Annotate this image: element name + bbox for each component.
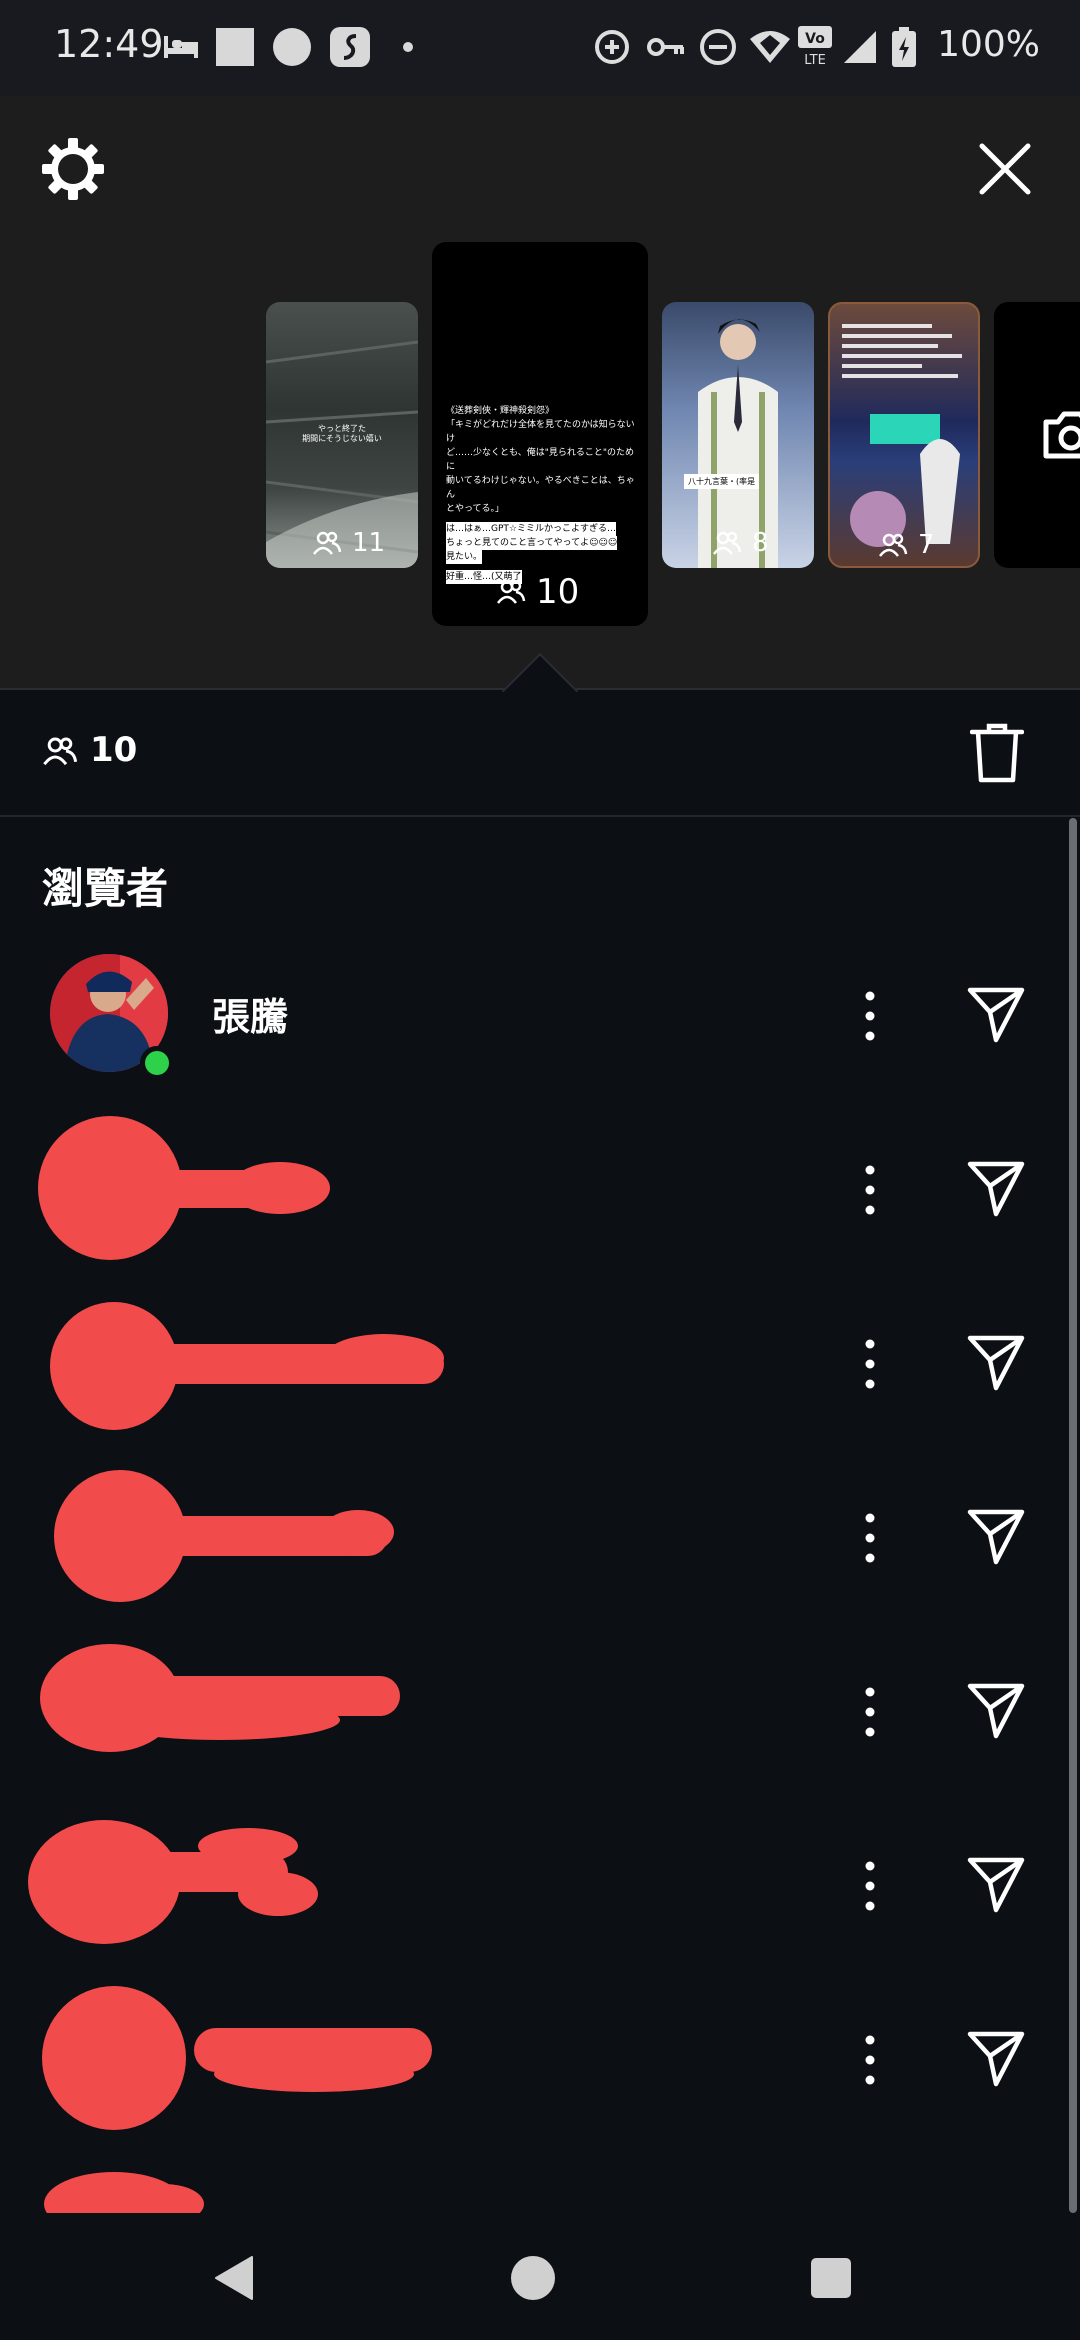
redaction-scribble <box>38 1116 330 1260</box>
send-icon[interactable] <box>966 1680 1026 1740</box>
story-caption: やっと終了た 期間にそうじない嬉い <box>302 424 382 443</box>
scrollbar[interactable] <box>1069 818 1077 2213</box>
redaction-scribble <box>54 1470 394 1602</box>
battery-icon <box>892 22 916 72</box>
signal-icon <box>842 22 878 72</box>
story-thumbnail-selected[interactable]: 《送葬剣俠・輝神殺剣怨》 「キミがどれだけ全体を見てたのかは知らないけ ど……少… <box>432 242 648 626</box>
story-viewers-label: 8 <box>712 528 769 558</box>
vpn-key-icon <box>646 22 686 72</box>
home-icon[interactable] <box>510 2255 556 2305</box>
data-saver-icon <box>592 22 632 72</box>
bed-icon <box>162 22 200 72</box>
more-vertical-icon[interactable] <box>862 2030 878 2090</box>
close-icon[interactable] <box>978 142 1032 196</box>
recents-icon[interactable] <box>810 2257 852 2303</box>
viewer-name[interactable]: 張騰 <box>212 986 288 1041</box>
add-story-tile[interactable] <box>994 302 1080 568</box>
send-icon[interactable] <box>966 2028 1026 2088</box>
more-vertical-icon[interactable] <box>862 1682 878 1742</box>
app-icon <box>330 22 370 72</box>
story-viewers-label: 7 <box>878 530 935 560</box>
redaction-scribble <box>42 1986 432 2130</box>
viewers-heading: 瀏覽者 <box>42 864 169 913</box>
navigation-bar <box>0 2213 1080 2340</box>
redaction-scribble <box>28 1820 318 1944</box>
more-vertical-icon[interactable] <box>862 1856 878 1916</box>
volte-icon: Vo LTE <box>798 22 832 72</box>
people-icon <box>42 733 78 769</box>
viewer-count-row: 10 <box>0 700 1080 815</box>
story-caption: 八十九言葉・(率是 <box>684 474 760 489</box>
redaction-scribble <box>40 1644 400 1752</box>
send-icon[interactable] <box>966 1332 1026 1392</box>
more-vertical-icon[interactable] <box>862 1334 878 1394</box>
viewer-row-redacted[interactable] <box>0 1276 1060 1450</box>
trash-icon[interactable] <box>969 722 1025 784</box>
viewer-row-redacted[interactable] <box>0 1972 1060 2146</box>
do-not-disturb-icon <box>698 22 738 72</box>
story-viewers-label: 11 <box>312 528 385 558</box>
people-icon <box>313 531 342 555</box>
viewer-count: 10 <box>90 730 138 770</box>
redaction-scribble <box>50 1302 444 1430</box>
story-viewers-label: 10 <box>496 572 579 612</box>
status-bar: 12:49 Vo LTE 100% <box>0 0 1080 96</box>
viewer-row-redacted[interactable] <box>0 1102 1060 1276</box>
section-divider <box>0 815 1080 817</box>
gear-icon[interactable] <box>42 138 104 200</box>
more-vertical-icon[interactable] <box>862 1160 878 1220</box>
back-icon[interactable] <box>212 2255 254 2305</box>
svg-text:Vo: Vo <box>805 31 825 47</box>
people-icon <box>879 533 908 557</box>
people-icon <box>713 531 742 555</box>
more-vertical-icon[interactable] <box>862 986 878 1046</box>
status-time: 12:49 <box>54 22 164 66</box>
battery-percent: 100% <box>937 24 1040 65</box>
story-thumbnail[interactable]: 7 <box>828 302 980 568</box>
story-thumbnail[interactable]: 八十九言葉・(率是 8 <box>662 302 814 568</box>
send-icon[interactable] <box>966 1158 1026 1218</box>
square-icon <box>216 22 254 72</box>
people-icon <box>497 580 526 604</box>
viewer-row-redacted[interactable] <box>0 1624 1060 1798</box>
viewer-row-redacted[interactable] <box>0 1450 1060 1624</box>
svg-text:LTE: LTE <box>804 53 826 68</box>
viewer-row[interactable]: 張騰 <box>0 928 1060 1102</box>
dot-icon <box>402 22 414 72</box>
send-icon[interactable] <box>966 1506 1026 1566</box>
viewer-row-redacted[interactable] <box>0 1798 1060 1972</box>
more-vertical-icon[interactable] <box>862 1508 878 1568</box>
send-icon[interactable] <box>966 984 1026 1044</box>
online-status-dot <box>140 1046 174 1080</box>
circle-icon <box>272 22 312 72</box>
send-icon[interactable] <box>966 1854 1026 1914</box>
story-thumbnail[interactable]: やっと終了た 期間にそうじない嬉い 11 <box>266 302 418 568</box>
camera-icon <box>1040 410 1080 464</box>
story-text: 《送葬剣俠・輝神殺剣怨》 「キミがどれだけ全体を見てたのかは知らないけ ど……少… <box>446 406 635 584</box>
wifi-icon <box>748 22 792 72</box>
